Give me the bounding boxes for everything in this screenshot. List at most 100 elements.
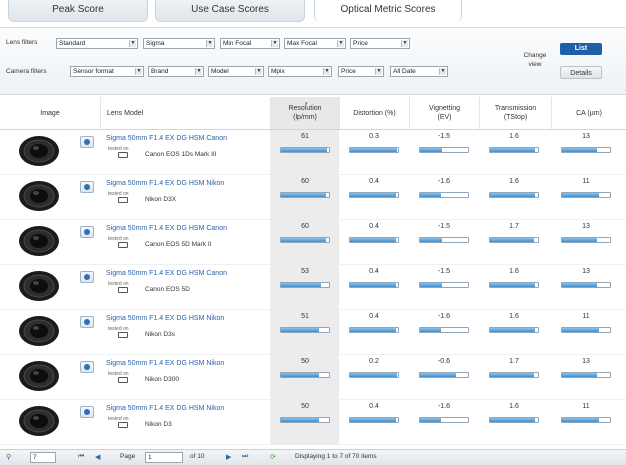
resolution-score-bar bbox=[280, 372, 330, 378]
lens-name-link[interactable]: Sigma 50mm F1.4 EX DG HSM Nikon bbox=[106, 180, 224, 187]
sensor-format-select[interactable]: Sensor format ▼ bbox=[70, 66, 144, 77]
resolution-value: 61 bbox=[301, 133, 309, 140]
transmission-value: 1.7 bbox=[509, 358, 519, 365]
lens-name-link[interactable]: Sigma 50mm F1.4 EX DG HSM Nikon bbox=[106, 315, 224, 322]
ca-value: 13 bbox=[582, 268, 590, 275]
search-icon[interactable]: ⚲ bbox=[6, 453, 11, 461]
lens-name-link[interactable]: Sigma 50mm F1.4 EX DG HSM Canon bbox=[106, 225, 227, 232]
ca-value: 11 bbox=[582, 403, 590, 410]
tab-optical-metric-scores[interactable]: Optical Metric Scores bbox=[314, 0, 462, 22]
camera-price-select[interactable]: Price ▼ bbox=[338, 66, 384, 77]
list-view-button[interactable]: List bbox=[560, 43, 602, 55]
lens-info-button[interactable] bbox=[80, 361, 94, 373]
lens-name-link[interactable]: Sigma 50mm F1.4 EX DG HSM Canon bbox=[106, 135, 227, 142]
lens-image bbox=[18, 135, 60, 167]
vignetting-value: -0.6 bbox=[437, 358, 451, 365]
column-header-transmission[interactable]: Transmission (TStop) bbox=[479, 97, 551, 129]
ca-score-fill bbox=[562, 283, 597, 287]
transmission-score-fill bbox=[490, 283, 535, 287]
camera-model-select[interactable]: Model ▼ bbox=[208, 66, 264, 77]
vignetting-value: -1.6 bbox=[437, 313, 451, 320]
ca-score-bar bbox=[561, 372, 611, 378]
details-view-button[interactable]: Details bbox=[560, 66, 602, 79]
transmission-score-fill bbox=[490, 148, 535, 152]
column-header-ca[interactable]: CA (µm) bbox=[551, 97, 626, 129]
transmission-value: 1.6 bbox=[509, 178, 519, 185]
ca-score-bar bbox=[561, 192, 611, 198]
table-row[interactable]: Sigma 50mm F1.4 EX DG HSM Canon tested on… bbox=[0, 220, 626, 265]
camera-name: Nikon D3 bbox=[145, 421, 172, 428]
lens-name-link[interactable]: Sigma 50mm F1.4 EX DG HSM Canon bbox=[106, 270, 227, 277]
lens-info-button[interactable] bbox=[80, 136, 94, 148]
vignetting-value: -1.6 bbox=[437, 178, 451, 185]
distortion-value: 0.4 bbox=[369, 313, 379, 320]
column-header-lens-model[interactable]: Lens Model bbox=[100, 97, 270, 129]
resolution-score-fill bbox=[281, 418, 319, 422]
transmission-score-fill bbox=[490, 373, 535, 377]
mpix-select[interactable]: Mpix ▼ bbox=[268, 66, 332, 77]
lens-info-button[interactable] bbox=[80, 406, 94, 418]
lens-price-select[interactable]: Price ▼ bbox=[350, 38, 410, 49]
table-row[interactable]: Sigma 50mm F1.4 EX DG HSM Canon tested on… bbox=[0, 265, 626, 310]
ca-value: 13 bbox=[582, 358, 590, 365]
lens-brand-select[interactable]: Sigma ▼ bbox=[143, 38, 215, 49]
refresh-icon[interactable]: ⟳ bbox=[270, 453, 276, 461]
vignetting-score-fill bbox=[420, 373, 456, 377]
lens-info-button[interactable] bbox=[80, 271, 94, 283]
table-row[interactable]: Sigma 50mm F1.4 EX DG HSM Canon tested on… bbox=[0, 130, 626, 175]
resolution-value: 53 bbox=[301, 268, 309, 275]
camera-icon bbox=[118, 287, 128, 293]
camera-name: Nikon D3X bbox=[145, 196, 177, 203]
distortion-score-fill bbox=[350, 148, 397, 152]
distortion-value: 0.3 bbox=[369, 133, 379, 140]
lens-type-select[interactable]: Standard ▼ bbox=[56, 38, 138, 49]
camera-icon bbox=[118, 152, 128, 158]
table-row[interactable]: Sigma 50mm F1.4 EX DG HSM Nikon tested on… bbox=[0, 355, 626, 400]
table-row[interactable]: Sigma 50mm F1.4 EX DG HSM Nikon tested on… bbox=[0, 400, 626, 445]
ca-score-fill bbox=[562, 238, 597, 242]
resolution-value: 60 bbox=[301, 178, 309, 185]
date-select[interactable]: All Date ▼ bbox=[390, 66, 448, 77]
lens-info-button[interactable] bbox=[80, 181, 94, 193]
max-focal-select[interactable]: Max Focal ▼ bbox=[284, 38, 346, 49]
vignetting-value: -1.5 bbox=[437, 268, 451, 275]
table-row[interactable]: Sigma 50mm F1.4 EX DG HSM Nikon tested on… bbox=[0, 310, 626, 355]
min-focal-select[interactable]: Min Focal ▼ bbox=[220, 38, 280, 49]
lens-image bbox=[18, 315, 60, 347]
chevron-down-icon: ▼ bbox=[439, 68, 446, 75]
chevron-down-icon: ▼ bbox=[375, 68, 382, 75]
lens-info-button[interactable] bbox=[80, 226, 94, 238]
page-count-label: of 10 bbox=[190, 453, 205, 460]
vignetting-score-fill bbox=[420, 283, 442, 287]
page-size-select[interactable]: 7 bbox=[30, 452, 56, 463]
page-number-input[interactable]: 1 bbox=[145, 452, 183, 463]
vignetting-score-fill bbox=[420, 328, 441, 332]
transmission-score-bar bbox=[489, 282, 539, 288]
lens-filters-label: Lens filters bbox=[6, 39, 38, 46]
resolution-score-fill bbox=[281, 193, 327, 197]
lens-info-button[interactable] bbox=[80, 316, 94, 328]
first-page-icon[interactable]: ⏮ bbox=[78, 453, 84, 461]
tab-label: Use Case Scores bbox=[191, 4, 269, 15]
transmission-score-bar bbox=[489, 147, 539, 153]
column-header-resolution[interactable]: ▾ Resolution (lp/mm) bbox=[270, 97, 339, 129]
ca-score-fill bbox=[562, 193, 600, 197]
last-page-icon[interactable]: ⏭ bbox=[242, 453, 248, 461]
camera-brand-select[interactable]: Brand ▼ bbox=[148, 66, 204, 77]
previous-page-icon[interactable]: ◀ bbox=[95, 453, 100, 461]
next-page-icon[interactable]: ▶ bbox=[226, 453, 231, 461]
ca-value: 13 bbox=[582, 223, 590, 230]
camera-icon bbox=[118, 197, 128, 203]
table-row[interactable]: Sigma 50mm F1.4 EX DG HSM Nikon tested on… bbox=[0, 175, 626, 220]
column-header-distortion[interactable]: Distortion (%) bbox=[339, 97, 409, 129]
resolution-value: 51 bbox=[301, 313, 309, 320]
resolution-score-bar bbox=[280, 237, 330, 243]
lens-image bbox=[18, 180, 60, 212]
column-header-vignetting[interactable]: Vignetting (EV) bbox=[409, 97, 479, 129]
lens-name-link[interactable]: Sigma 50mm F1.4 EX DG HSM Nikon bbox=[106, 360, 224, 367]
resolution-score-bar bbox=[280, 282, 330, 288]
tab-use-case-scores[interactable]: Use Case Scores bbox=[155, 0, 305, 22]
resolution-value: 50 bbox=[301, 358, 309, 365]
lens-name-link[interactable]: Sigma 50mm F1.4 EX DG HSM Nikon bbox=[106, 405, 224, 412]
tab-peak-score[interactable]: Peak Score bbox=[8, 0, 148, 22]
